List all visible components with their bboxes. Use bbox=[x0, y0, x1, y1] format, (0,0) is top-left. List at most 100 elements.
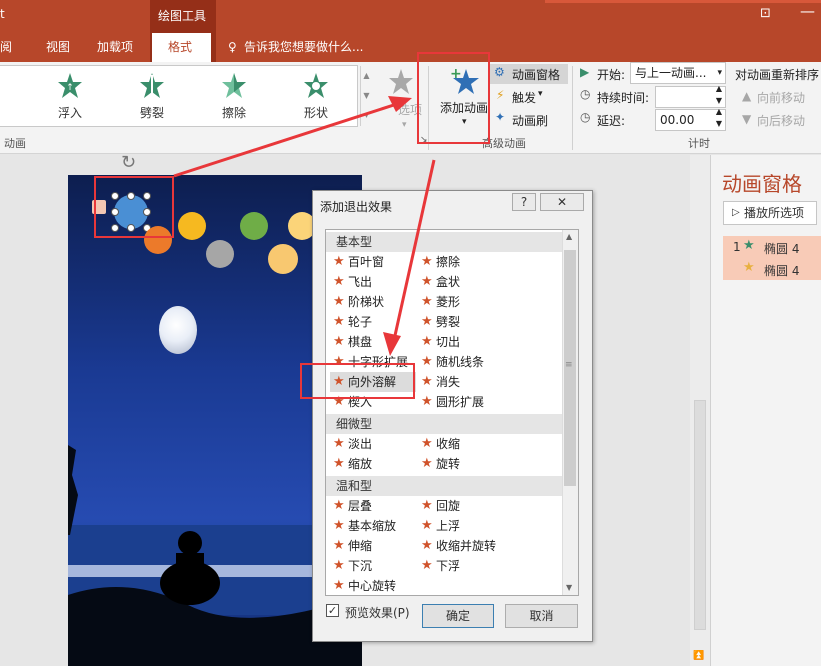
category-basic: 基本型 bbox=[326, 232, 562, 252]
chevron-down-icon: ▾ bbox=[717, 68, 722, 78]
move-later-button[interactable]: 向后移动 bbox=[757, 112, 805, 129]
ok-button[interactable]: 确定 bbox=[422, 604, 494, 628]
scroll-down-icon[interactable]: ▼ bbox=[566, 583, 572, 592]
effect-item[interactable]: ★ 层叠 bbox=[330, 496, 372, 516]
effect-item[interactable]: ★ 缩放 bbox=[330, 454, 372, 474]
minimize-icon[interactable]: — bbox=[800, 2, 815, 20]
cancel-button[interactable]: 取消 bbox=[505, 604, 578, 628]
moon bbox=[159, 306, 197, 354]
effect-item[interactable]: ★ 消失 bbox=[418, 372, 460, 392]
exit-star-icon: ★ bbox=[333, 254, 345, 269]
play-selected-label: 播放所选项 bbox=[744, 206, 805, 220]
animation-pane-title: 动画窗格 bbox=[722, 172, 802, 196]
animation-painter-button[interactable]: 动画刷 bbox=[512, 112, 548, 129]
exit-star-icon: ★ bbox=[421, 558, 433, 573]
clock-icon: ◷ bbox=[580, 87, 591, 101]
start-select[interactable]: 与上一动画... ▾ bbox=[630, 62, 726, 84]
scrollbar-thumb[interactable] bbox=[694, 400, 706, 630]
effect-wipe[interactable]: 擦除 bbox=[204, 70, 264, 122]
effect-item[interactable]: ★ 棋盘 bbox=[330, 332, 372, 352]
anim-item-label[interactable]: 椭圆 4 bbox=[764, 240, 799, 257]
exit-star-icon: ★ bbox=[421, 354, 433, 369]
close-button[interactable]: ✕ bbox=[540, 193, 584, 211]
anim-item-index: 1 bbox=[733, 240, 741, 254]
effect-shape[interactable]: 形状 bbox=[286, 70, 346, 122]
exit-star-icon: ★ bbox=[333, 314, 345, 329]
preview-checkbox[interactable]: ✓ bbox=[326, 604, 339, 617]
effect-item[interactable]: ★ 下浮 bbox=[418, 556, 460, 576]
animation-pane-button[interactable]: 动画窗格 bbox=[512, 66, 560, 83]
effect-options-star-icon[interactable] bbox=[388, 68, 414, 96]
effect-item[interactable]: ★ 劈裂 bbox=[418, 312, 460, 332]
ribbon-separator bbox=[572, 66, 573, 150]
effect-item[interactable]: ★ 盒状 bbox=[418, 272, 460, 292]
effect-item[interactable]: ★ 圆形扩展 bbox=[418, 392, 484, 412]
effect-item[interactable]: ★ 伸缩 bbox=[330, 536, 372, 556]
gallery-scroll[interactable]: ▲ ▼ ▾ bbox=[360, 66, 372, 126]
effect-item[interactable]: ★ 擦除 bbox=[418, 252, 460, 272]
effect-item[interactable]: ★ 百叶窗 bbox=[330, 252, 384, 272]
anim-item-label[interactable]: 椭圆 4 bbox=[764, 262, 799, 279]
effect-item[interactable]: ★ 随机线条 bbox=[418, 352, 484, 372]
delay-icon: ◷ bbox=[580, 110, 591, 124]
delay-value: 00.00 bbox=[660, 113, 695, 127]
group-timing: 计时 bbox=[688, 137, 710, 150]
spinner-arrows-icon: ▲ ▼ bbox=[715, 84, 722, 105]
annotation-box-dissolve-out bbox=[300, 363, 415, 399]
rotate-handle-icon[interactable]: ↻ bbox=[121, 152, 136, 173]
scroll-down-icon[interactable]: ⏫ bbox=[693, 651, 704, 661]
exit-star-icon: ★ bbox=[421, 538, 433, 553]
start-label: 开始: bbox=[597, 68, 626, 82]
star-float-icon: ↑ bbox=[58, 73, 82, 98]
shape-circle-yellow[interactable] bbox=[178, 212, 206, 240]
effect-item[interactable]: ★ 回旋 bbox=[418, 496, 460, 516]
tab-addins[interactable]: 加载项 bbox=[97, 36, 133, 58]
star-wipe-icon bbox=[222, 73, 246, 98]
exit-star-icon: ★ bbox=[421, 294, 433, 309]
ribbon-display-icon[interactable]: ⊡ bbox=[760, 6, 771, 21]
tab-format[interactable]: 格式 bbox=[168, 36, 192, 58]
effect-item[interactable]: ★ 收缩并旋转 bbox=[418, 536, 496, 556]
tell-me-search[interactable]: 告诉我您想要做什么... bbox=[244, 36, 363, 58]
effect-item[interactable]: ★ 菱形 bbox=[418, 292, 460, 312]
exit-star-icon: ★ bbox=[333, 558, 345, 573]
scroll-up-icon[interactable]: ▲ bbox=[566, 232, 572, 241]
exit-star-icon: ★ bbox=[333, 578, 345, 593]
shape-circle-gray[interactable] bbox=[206, 240, 234, 268]
effect-label: 浮入 bbox=[57, 106, 82, 120]
annotation-box-shape bbox=[94, 176, 174, 238]
effect-item[interactable]: ★ 飞出 bbox=[330, 272, 372, 292]
shape-circle-green[interactable] bbox=[240, 212, 268, 240]
trigger-button[interactable]: 触发 bbox=[512, 89, 536, 106]
effect-split[interactable]: 劈裂 bbox=[122, 70, 182, 122]
effect-item[interactable]: ★ 切出 bbox=[418, 332, 460, 352]
play-selected-button[interactable]: ▷ 播放所选项 bbox=[723, 201, 817, 225]
effect-float-in[interactable]: ↑ 浮入 bbox=[40, 70, 100, 122]
exit-star-icon: ★ bbox=[333, 456, 345, 471]
effect-options-dropdown-icon: ▾ bbox=[402, 120, 407, 130]
duration-spinner[interactable]: ▲ ▼ bbox=[655, 84, 726, 108]
tab-review[interactable]: 阅 bbox=[0, 36, 12, 58]
effect-item[interactable]: ★ 旋转 bbox=[418, 454, 460, 474]
effect-label: 擦除 bbox=[221, 106, 246, 120]
effect-item[interactable]: ★ 下沉 bbox=[330, 556, 372, 576]
effect-item[interactable]: ★ 基本缩放 bbox=[330, 516, 396, 536]
help-button[interactable]: ? bbox=[512, 193, 536, 211]
effect-item[interactable]: ★ 中心旋转 bbox=[330, 576, 396, 594]
effect-item[interactable]: ★ 轮子 bbox=[330, 312, 372, 332]
effect-label: 形状 bbox=[303, 106, 328, 120]
effect-item[interactable]: ★ 阶梯状 bbox=[330, 292, 384, 312]
tell-me-icon[interactable]: ♀ bbox=[228, 36, 237, 58]
delay-spinner[interactable]: 00.00 ▲ ▼ bbox=[655, 107, 726, 131]
exit-star-icon: ★ bbox=[421, 334, 433, 349]
shape-circle-peach[interactable] bbox=[268, 244, 298, 274]
move-earlier-button[interactable]: 向前移动 bbox=[757, 89, 805, 106]
move-later-icon: ▼ bbox=[742, 112, 752, 126]
effect-item[interactable]: ★ 收缩 bbox=[418, 434, 460, 454]
effect-item[interactable]: ★ 淡出 bbox=[330, 434, 372, 454]
spinner-arrows-icon: ▲ ▼ bbox=[715, 107, 722, 128]
effect-item[interactable]: ★ 上浮 bbox=[418, 516, 460, 536]
move-earlier-icon: ▲ bbox=[742, 89, 752, 103]
dialog-title: 添加退出效果 bbox=[320, 200, 393, 214]
tab-view[interactable]: 视图 bbox=[46, 36, 70, 58]
